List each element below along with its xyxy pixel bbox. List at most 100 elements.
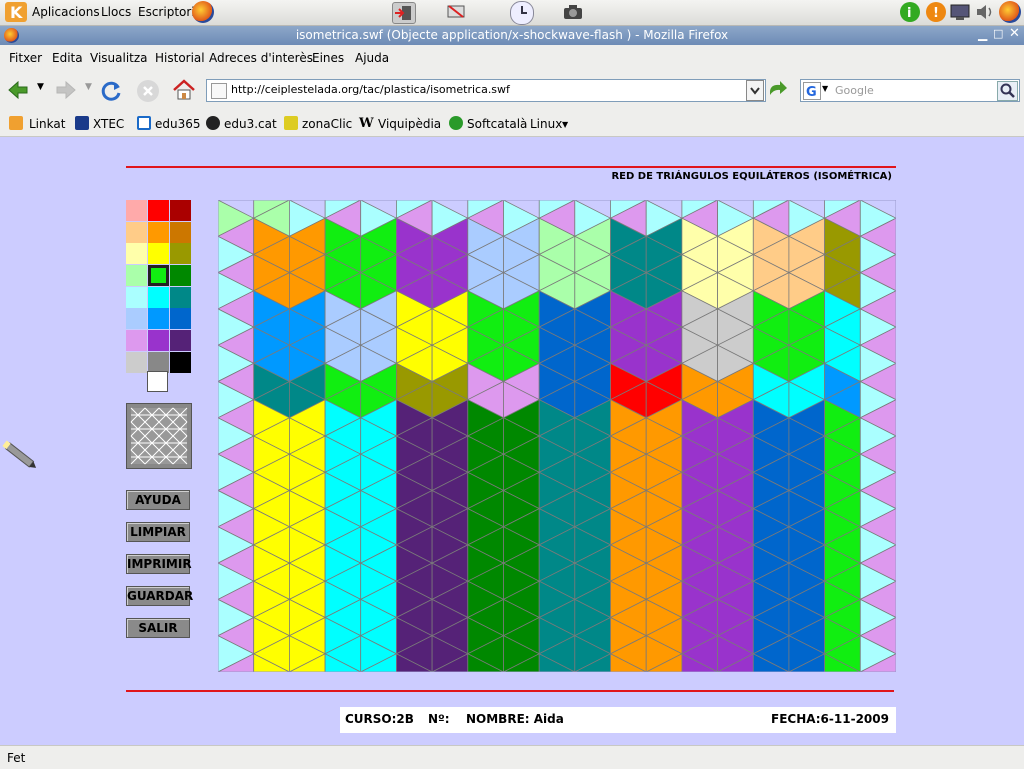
monitor-icon[interactable] <box>950 3 970 21</box>
color-swatch[interactable] <box>170 243 191 265</box>
wikipedia-icon: W <box>359 116 374 131</box>
color-swatch[interactable] <box>170 200 191 221</box>
logout-icon[interactable] <box>392 2 416 24</box>
color-swatch-selected[interactable] <box>148 265 169 286</box>
info-icon[interactable]: i <box>900 2 920 22</box>
forward-history-chevron-icon[interactable]: ▼ <box>85 82 92 92</box>
menu-history[interactable]: Historial <box>155 51 205 65</box>
color-swatch[interactable] <box>170 221 191 243</box>
color-swatch[interactable] <box>170 286 191 308</box>
color-swatch[interactable] <box>170 330 191 352</box>
menu-bar: Fitxer Edita Visualitza Historial Adrece… <box>0 45 1024 69</box>
linux-folder-chevron-icon[interactable]: ▼ <box>562 120 568 129</box>
salir-button[interactable]: SALIR <box>126 618 190 638</box>
ayuda-button[interactable]: AYUDA <box>126 490 190 510</box>
limpiar-button[interactable]: LIMPIAR <box>126 522 190 542</box>
url-dropdown-icon[interactable] <box>746 80 764 101</box>
firefox-launcher-icon[interactable] <box>192 1 214 23</box>
color-swatch[interactable] <box>148 221 169 243</box>
grid-preview-button[interactable] <box>126 403 192 469</box>
close-icon[interactable]: ✕ <box>1009 26 1020 41</box>
display-icon[interactable] <box>445 2 467 22</box>
status-text: Fet <box>7 751 26 765</box>
color-swatch[interactable] <box>170 308 191 330</box>
color-swatch[interactable] <box>170 265 191 286</box>
minimize-icon[interactable]: ▁ <box>978 27 987 41</box>
color-swatch[interactable] <box>126 330 147 352</box>
svg-text:G: G <box>806 85 817 99</box>
linkat-icon <box>9 116 23 130</box>
volume-icon[interactable] <box>975 3 995 21</box>
color-swatch[interactable] <box>126 308 147 330</box>
page-icon <box>211 83 227 99</box>
pencil-cursor-icon <box>0 440 40 472</box>
bookmark-viquipedia[interactable]: Viquipèdia <box>378 117 441 131</box>
bookmark-zonaclic[interactable]: zonaClic <box>302 117 352 131</box>
color-swatch[interactable] <box>148 200 169 221</box>
color-swatch[interactable] <box>148 286 169 308</box>
isometric-canvas[interactable] <box>218 200 896 672</box>
student-info-box: CURSO:2B Nº: NOMBRE: Aida FECHA:6-11-200… <box>340 707 896 733</box>
url-text[interactable]: http://ceiplestelada.org/tac/plastica/is… <box>231 83 510 96</box>
back-history-chevron-icon[interactable]: ▼ <box>37 82 44 92</box>
color-swatch[interactable] <box>126 200 147 221</box>
firefox-tray-icon[interactable] <box>999 1 1021 23</box>
window-titlebar: isometrica.swf (Objecte application/x-sh… <box>0 26 1024 45</box>
linkat-logo-icon[interactable]: K <box>5 2 27 22</box>
xtec-icon <box>75 116 89 130</box>
home-icon[interactable] <box>172 79 196 101</box>
page-heading: RED DE TRIÁNGULOS EQUILÁTEROS (ISOMÉTRIC… <box>611 171 892 182</box>
panel-menu-desktop[interactable]: Escriptori <box>138 5 195 19</box>
forward-icon[interactable] <box>54 80 78 100</box>
edu365-icon <box>137 116 151 130</box>
menu-file[interactable]: Fitxer <box>9 51 42 65</box>
menu-help[interactable]: Ajuda <box>355 51 389 65</box>
panel-menu-applications[interactable]: Aplicacions <box>32 5 100 19</box>
guardar-button[interactable]: GUARDAR <box>126 586 193 606</box>
search-icon[interactable] <box>997 81 1018 101</box>
color-swatch[interactable] <box>126 351 147 373</box>
grid-pattern-icon <box>130 407 188 465</box>
reload-icon[interactable] <box>100 79 124 103</box>
color-swatch[interactable] <box>170 351 191 373</box>
alert-icon[interactable]: ! <box>926 2 946 22</box>
search-bar[interactable]: G ▼ Google <box>800 79 1020 102</box>
edu3-icon <box>206 116 220 130</box>
url-bar[interactable]: http://ceiplestelada.org/tac/plastica/is… <box>206 79 766 102</box>
search-placeholder[interactable]: Google <box>835 84 874 97</box>
color-swatch[interactable] <box>148 351 169 373</box>
imprimir-button[interactable]: IMPRIMIR <box>126 554 192 574</box>
color-swatch[interactable] <box>148 243 169 265</box>
color-swatch[interactable] <box>126 243 147 265</box>
maximize-icon[interactable]: □ <box>993 27 1003 40</box>
nombre-label: NOMBRE: Aida <box>466 712 564 726</box>
panel-menu-places[interactable]: Llocs <box>101 5 131 19</box>
bookmark-xtec[interactable]: XTEC <box>93 117 124 131</box>
menu-view[interactable]: Visualitza <box>90 51 148 65</box>
color-swatch[interactable] <box>148 308 169 330</box>
color-swatch[interactable] <box>126 286 147 308</box>
color-swatch[interactable] <box>126 221 147 243</box>
back-icon[interactable] <box>6 80 30 100</box>
google-engine-icon[interactable]: G <box>803 82 821 100</box>
bookmark-softcatala[interactable]: Softcatalà <box>467 117 527 131</box>
svg-text:i: i <box>907 6 911 21</box>
menu-tools[interactable]: Eines <box>312 51 344 65</box>
bookmark-folder-linux[interactable]: Linux <box>530 117 562 131</box>
color-swatch[interactable] <box>148 330 169 352</box>
bottom-red-line <box>126 690 894 692</box>
bookmark-edu3cat[interactable]: edu3.cat <box>224 117 277 131</box>
camera-icon[interactable] <box>562 2 584 22</box>
bookmarks-toolbar: Linkat XTEC edu365 edu3.cat zonaClic W V… <box>0 111 1024 137</box>
stop-icon[interactable] <box>137 80 159 102</box>
color-swatch-white[interactable] <box>147 371 168 392</box>
bookmark-edu365[interactable]: edu365 <box>155 117 201 131</box>
menu-bookmarks[interactable]: Adreces d'interès <box>209 51 313 65</box>
clock-icon[interactable] <box>510 1 534 25</box>
engine-dropdown-icon[interactable]: ▼ <box>822 84 828 93</box>
color-swatch[interactable] <box>126 265 147 286</box>
bookmark-linkat[interactable]: Linkat <box>29 117 65 131</box>
menu-edit[interactable]: Edita <box>52 51 83 65</box>
go-icon[interactable] <box>767 79 789 101</box>
color-palette <box>126 200 192 373</box>
